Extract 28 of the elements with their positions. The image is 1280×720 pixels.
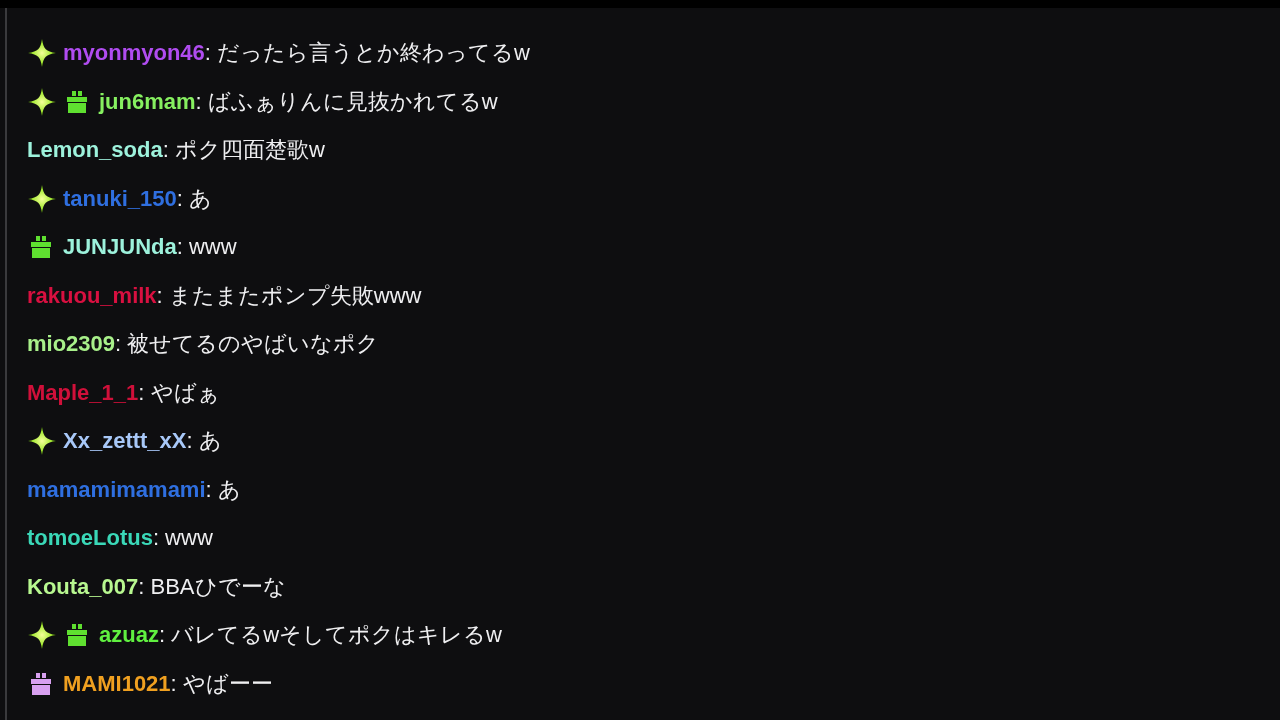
chat-message: : あ bbox=[186, 427, 222, 456]
username[interactable]: azuaz bbox=[99, 622, 159, 649]
username[interactable]: tanuki_150 bbox=[63, 185, 177, 212]
chat-message: : 被せてるのやばいなポク bbox=[115, 330, 380, 359]
username[interactable]: tomoeLotus bbox=[27, 525, 153, 552]
chat-message: : あ bbox=[176, 184, 212, 213]
username[interactable]: JUNJUNda bbox=[63, 234, 177, 261]
chat-message: : やばーー bbox=[170, 669, 273, 698]
username[interactable]: rakuou_milk bbox=[27, 282, 157, 309]
chat-message: : やばぁ bbox=[138, 378, 220, 407]
username[interactable]: Maple_1_1 bbox=[27, 379, 139, 406]
username[interactable]: jun6mam bbox=[99, 88, 196, 115]
chat-message: : だったら言うとか終わってるw bbox=[204, 39, 530, 68]
username[interactable]: Lemon_soda bbox=[27, 137, 163, 164]
chat-message: : www bbox=[152, 525, 213, 552]
username[interactable]: Xx_zettt_xX bbox=[63, 428, 187, 455]
chat-message: : BBAひでーな bbox=[138, 572, 286, 601]
username[interactable]: mamamimamami bbox=[27, 476, 206, 503]
username[interactable]: MAMI1021 bbox=[63, 670, 171, 697]
username[interactable]: myonmyon46 bbox=[63, 40, 205, 67]
username[interactable]: mio2309 bbox=[27, 331, 116, 358]
username[interactable]: Kouta_007 bbox=[27, 573, 139, 600]
chat-message: : またまたポンプ失敗www bbox=[156, 281, 422, 310]
chat-message: : www bbox=[176, 234, 237, 261]
chat-message: : バレてるwそしてポクはキレるw bbox=[158, 621, 502, 650]
chat-message: : あ bbox=[205, 475, 241, 504]
chat-message: : ポク四面楚歌w bbox=[162, 136, 325, 165]
chat-message: : ばふぁりんに見抜かれてるw bbox=[195, 87, 498, 116]
